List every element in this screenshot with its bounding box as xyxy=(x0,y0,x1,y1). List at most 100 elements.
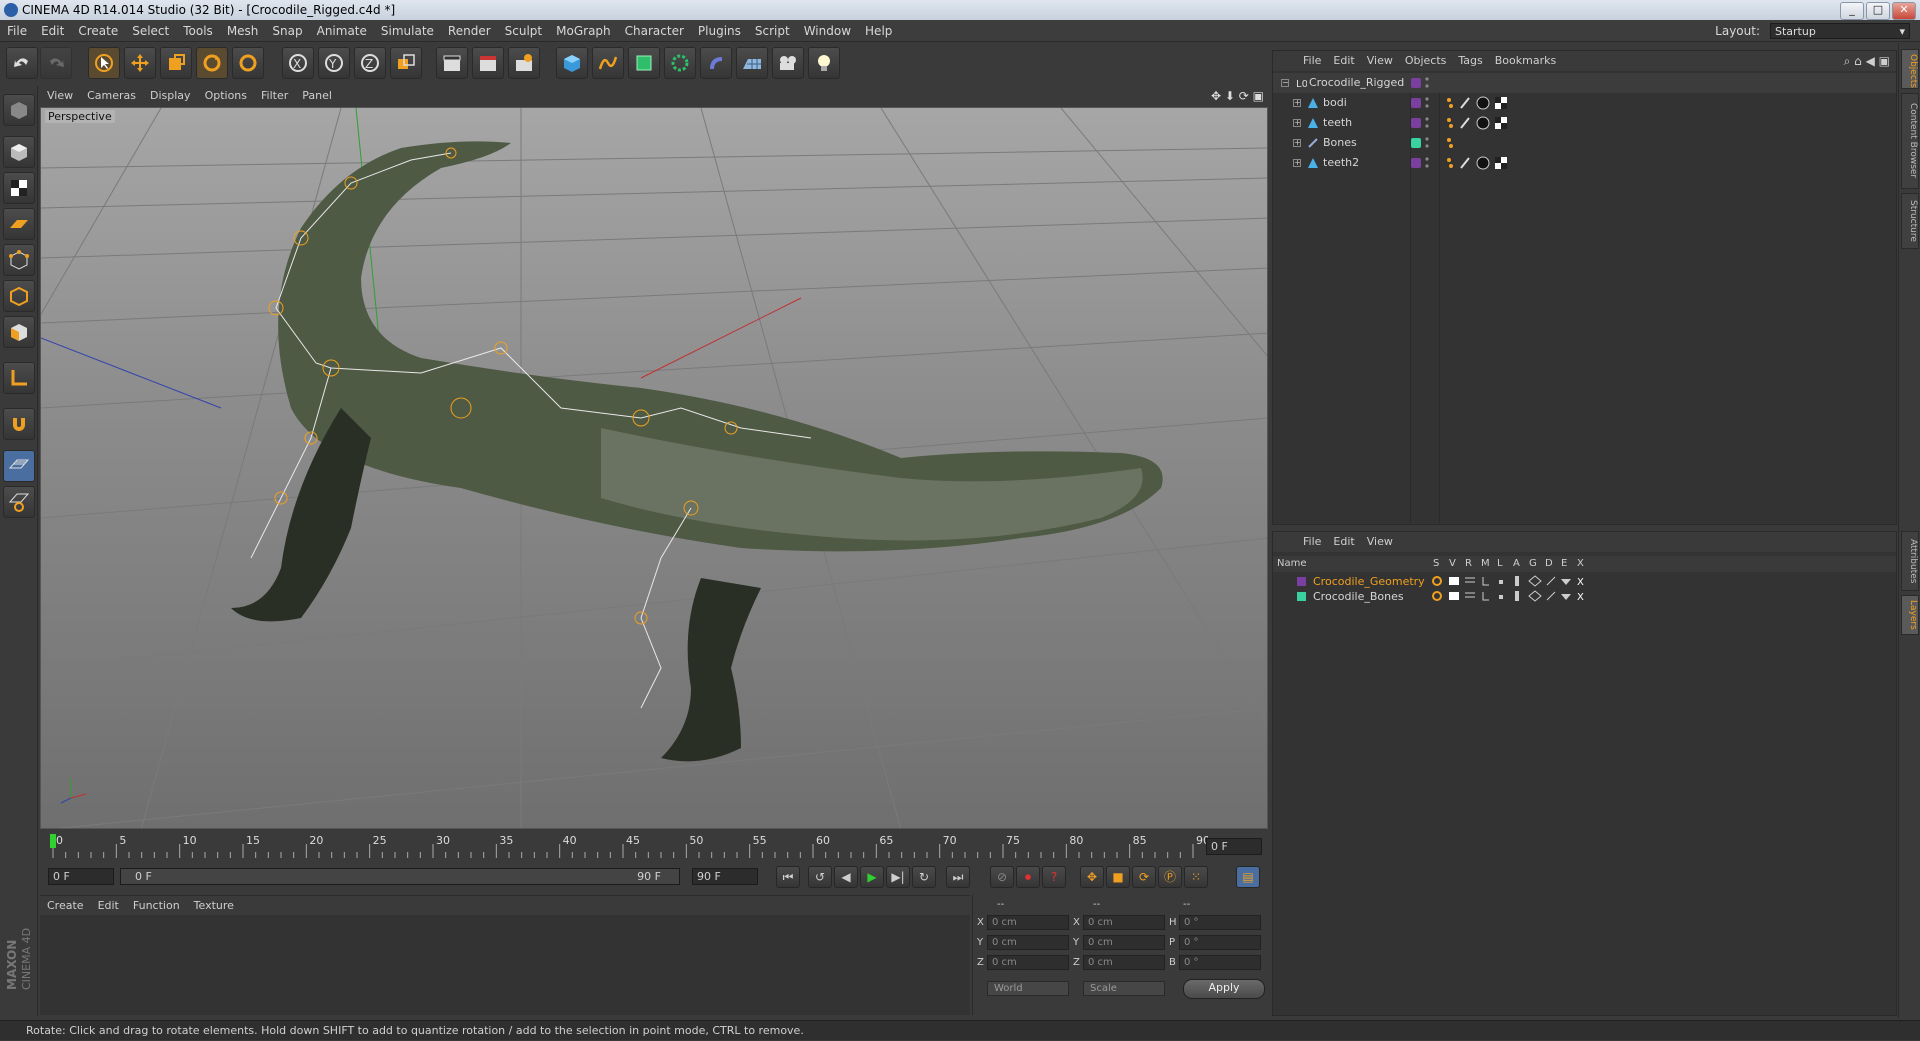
viewport-menu-view[interactable]: View xyxy=(40,86,80,106)
axis-mode-button[interactable] xyxy=(3,362,35,394)
size-y-field[interactable]: 0 cm xyxy=(1083,935,1165,950)
render-view-button[interactable] xyxy=(436,47,468,79)
crocodile-model[interactable] xyxy=(231,141,1163,762)
autokey-button[interactable]: ⏺ xyxy=(1016,866,1040,888)
objects-menu-tags[interactable]: Tags xyxy=(1452,51,1488,71)
layer-color-swatch[interactable] xyxy=(1297,577,1306,586)
column-animation[interactable]: A xyxy=(1513,556,1520,572)
layer-color-swatch[interactable] xyxy=(1297,592,1306,601)
object-tags[interactable] xyxy=(1445,116,1525,130)
objects-menu-objects[interactable]: Objects xyxy=(1399,51,1453,71)
tab-layers[interactable]: Layers xyxy=(1901,595,1919,635)
polygons-mode-button[interactable] xyxy=(3,316,35,348)
layer-row-crocodile-geometry[interactable]: Crocodile_Geometry X xyxy=(1273,574,1896,589)
tab-structure[interactable]: Structure xyxy=(1901,193,1919,249)
viewport-menu-panel[interactable]: Panel xyxy=(295,86,339,106)
size-mode-dropdown[interactable]: Scale xyxy=(1083,981,1165,996)
coordinate-system-button[interactable] xyxy=(390,47,422,79)
move-tool-button[interactable] xyxy=(124,47,156,79)
workplane-lock-button[interactable] xyxy=(3,450,35,482)
viewport-menu-display[interactable]: Display xyxy=(143,86,198,106)
visibility-dots[interactable] xyxy=(1425,96,1429,110)
object-row-teeth2[interactable]: + teeth2 xyxy=(1273,153,1896,173)
viewport-menu-filter[interactable]: Filter xyxy=(254,86,295,106)
objects-menu-edit[interactable]: Edit xyxy=(1327,51,1360,71)
cube-primitive-button[interactable] xyxy=(556,47,588,79)
menu-select[interactable]: Select xyxy=(125,20,176,42)
object-row-bodi[interactable]: + bodi xyxy=(1273,93,1896,113)
layer-color-swatch[interactable] xyxy=(1411,138,1421,148)
tab-objects[interactable]: Objects xyxy=(1901,49,1919,89)
menu-tools[interactable]: Tools xyxy=(176,20,220,42)
object-row-crocodile-rigged[interactable]: − L0 Crocodile_Rigged xyxy=(1273,73,1896,93)
tab-attributes[interactable]: Attributes xyxy=(1901,531,1919,591)
size-x-field[interactable]: 0 cm xyxy=(1083,915,1165,930)
perspective-viewport[interactable]: Perspective xyxy=(40,107,1268,829)
goto-end-button[interactable]: ⏭ xyxy=(946,866,970,888)
menu-plugins[interactable]: Plugins xyxy=(691,20,748,42)
current-frame-field[interactable]: 0 F xyxy=(1206,838,1262,855)
layer-toggle-icons[interactable]: X xyxy=(1431,590,1591,603)
object-tags[interactable] xyxy=(1445,96,1525,110)
column-locked[interactable]: L xyxy=(1497,556,1503,572)
menu-window[interactable]: Window xyxy=(797,20,858,42)
objects-menu-view[interactable]: View xyxy=(1361,51,1399,71)
keyframe-selection-button[interactable]: ? xyxy=(1042,866,1066,888)
edges-mode-button[interactable] xyxy=(3,280,35,312)
column-render[interactable]: R xyxy=(1465,556,1472,572)
goto-next-key-button[interactable]: ↻ xyxy=(912,866,936,888)
menu-simulate[interactable]: Simulate xyxy=(374,20,441,42)
object-row-teeth[interactable]: + teeth xyxy=(1273,113,1896,133)
viewport-menu-cameras[interactable]: Cameras xyxy=(80,86,143,106)
material-menu-edit[interactable]: Edit xyxy=(91,896,126,916)
maximize-button[interactable]: □ xyxy=(1866,2,1890,20)
key-scale-button[interactable]: ■ xyxy=(1106,866,1130,888)
menu-render[interactable]: Render xyxy=(441,20,498,42)
menu-mesh[interactable]: Mesh xyxy=(220,20,266,42)
layout-dropdown[interactable]: Startup ▾ xyxy=(1770,23,1910,39)
viewport-menu-options[interactable]: Options xyxy=(198,86,254,106)
spline-button[interactable] xyxy=(592,47,624,79)
workplane-mode-button[interactable] xyxy=(3,208,35,240)
material-manager-area[interactable] xyxy=(40,915,970,1015)
rotation-b-field[interactable]: 0 ° xyxy=(1179,955,1261,970)
visibility-dots[interactable] xyxy=(1425,156,1429,170)
object-row-bones[interactable]: + Bones xyxy=(1273,133,1896,153)
close-button[interactable]: ✕ xyxy=(1892,2,1916,20)
step-back-button[interactable]: ◀ xyxy=(834,866,858,888)
key-position-button[interactable]: ✥ xyxy=(1080,866,1104,888)
make-editable-button[interactable] xyxy=(3,94,35,126)
menu-snap[interactable]: Snap xyxy=(265,20,309,42)
objects-menu-bookmarks[interactable]: Bookmarks xyxy=(1489,51,1562,71)
menu-script[interactable]: Script xyxy=(748,20,797,42)
scale-tool-button[interactable] xyxy=(160,47,192,79)
position-y-field[interactable]: 0 cm xyxy=(987,935,1069,950)
texture-mode-button[interactable] xyxy=(3,172,35,204)
floor-button[interactable] xyxy=(736,47,768,79)
column-expressions[interactable]: E xyxy=(1561,556,1567,572)
expand-toggle[interactable]: + xyxy=(1293,119,1301,127)
rotation-h-field[interactable]: 0 ° xyxy=(1179,915,1261,930)
column-deformers[interactable]: D xyxy=(1545,556,1553,572)
menu-animate[interactable]: Animate xyxy=(310,20,374,42)
menu-file[interactable]: File xyxy=(0,20,34,42)
menu-sculpt[interactable]: Sculpt xyxy=(498,20,549,42)
layer-color-swatch[interactable] xyxy=(1411,78,1421,88)
apply-button[interactable]: Apply xyxy=(1183,979,1265,999)
key-parameter-button[interactable]: Ⓟ xyxy=(1158,866,1182,888)
workplane-axis-button[interactable] xyxy=(3,486,35,518)
points-mode-button[interactable] xyxy=(3,244,35,276)
column-generators[interactable]: G xyxy=(1529,556,1537,572)
key-pla-button[interactable]: ⁙ xyxy=(1184,866,1208,888)
menu-character[interactable]: Character xyxy=(618,20,691,42)
object-tags[interactable] xyxy=(1445,156,1525,170)
array-button[interactable] xyxy=(664,47,696,79)
start-frame-field[interactable]: 0 F xyxy=(48,868,114,885)
object-manager-search-icons[interactable]: ⌕ ⌂ ◀ ▣ xyxy=(1844,51,1890,71)
recent-tool-button[interactable] xyxy=(232,47,264,79)
size-z-field[interactable]: 0 cm xyxy=(1083,955,1165,970)
visibility-dots[interactable] xyxy=(1425,76,1429,90)
column-manager[interactable]: M xyxy=(1481,556,1490,572)
deformer-button[interactable] xyxy=(700,47,732,79)
light-button[interactable] xyxy=(808,47,840,79)
